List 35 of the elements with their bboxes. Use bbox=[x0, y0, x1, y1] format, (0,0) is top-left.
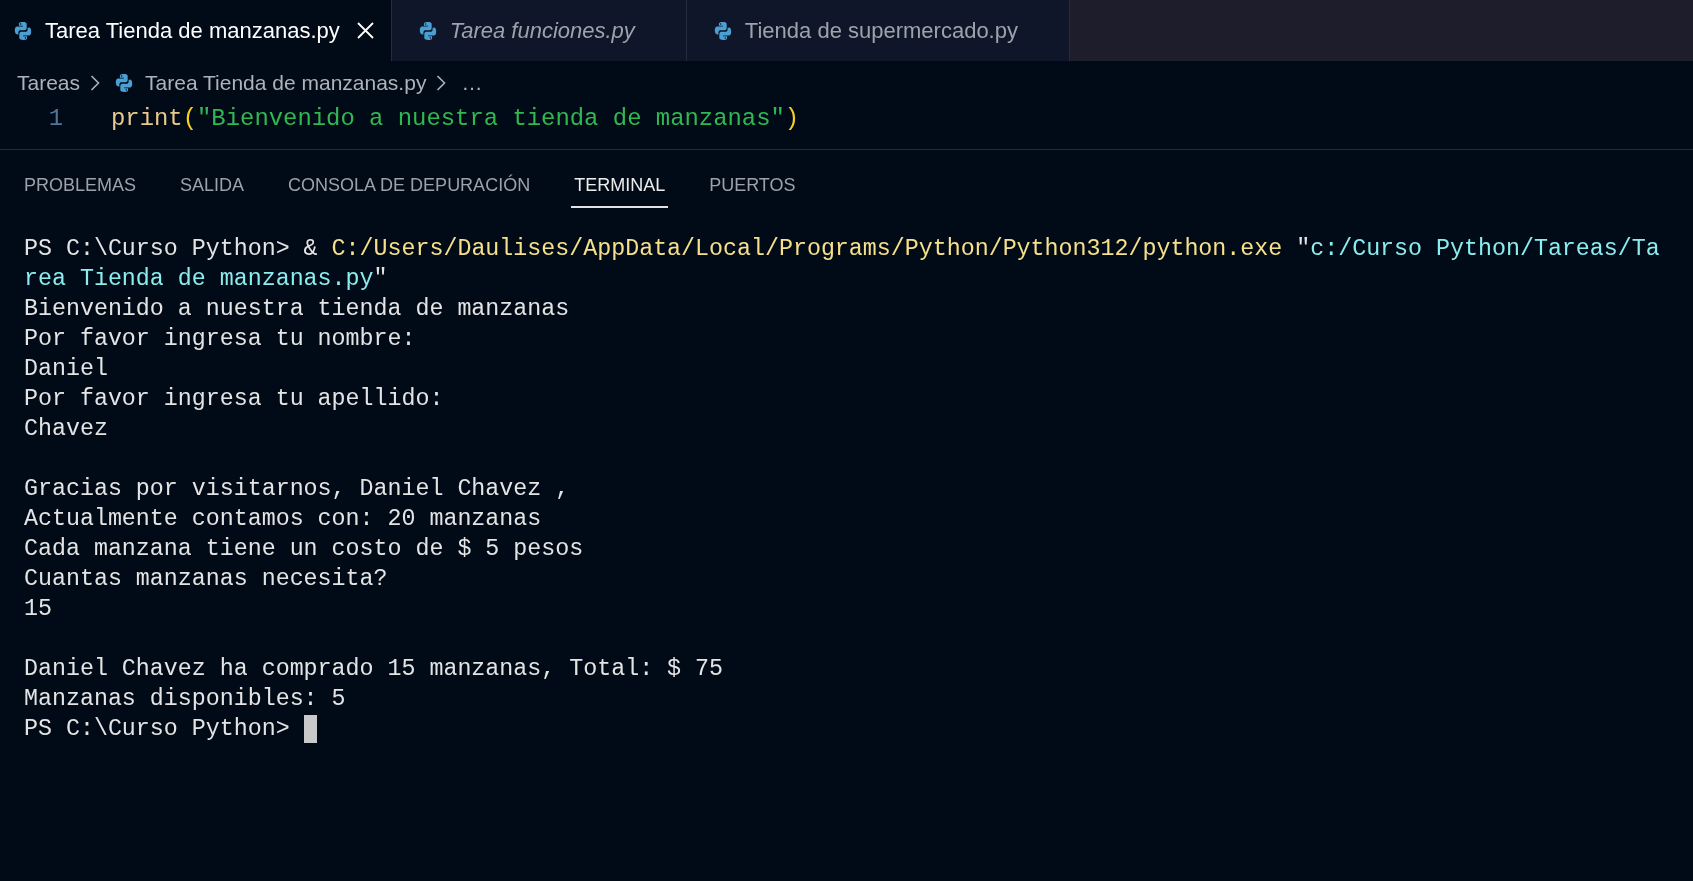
terminal-line: Daniel Chavez ha comprado 15 manzanas, Total: $ 75 bbox=[24, 656, 724, 682]
terminal-line: PS C:\Curso Python> bbox=[24, 716, 291, 742]
terminal-line: Cuantas manzanas necesita? bbox=[24, 566, 388, 592]
terminal-line: Chavez bbox=[24, 416, 108, 442]
terminal-line: Gracias por visitarnos, Daniel Chavez , bbox=[24, 476, 570, 502]
terminal-line: Manzanas disponibles: 5 bbox=[24, 686, 346, 712]
editor-tab[interactable]: Tarea funciones.py bbox=[391, 0, 687, 61]
code-line: print("Bienvenido a nuestra tienda de manzanas") bbox=[111, 104, 800, 134]
line-number: 1 bbox=[47, 104, 63, 134]
terminal-line: Cada manzana tiene un costo de $ 5 pesos bbox=[24, 536, 584, 562]
panel-tab[interactable]: TERMINAL bbox=[571, 174, 669, 208]
panel-tab[interactable]: SALIDA bbox=[177, 174, 248, 208]
python-logo-icon bbox=[713, 21, 732, 40]
terminal-line: Bienvenido a nuestra tienda de manzanas bbox=[24, 296, 570, 322]
breadcrumb-item[interactable]: … bbox=[461, 66, 483, 99]
terminal-line: Por favor ingresa tu apellido: bbox=[24, 386, 444, 412]
terminal-line: rea Tienda de manzanas.py" bbox=[24, 266, 388, 292]
chevron-right-icon bbox=[90, 74, 101, 91]
breadcrumb-item[interactable]: Tarea Tienda de manzanas.py bbox=[115, 66, 427, 99]
terminal-line: 15 bbox=[24, 596, 52, 622]
breadcrumb-item[interactable]: Tareas bbox=[17, 66, 81, 99]
terminal-line: Por favor ingresa tu nombre: bbox=[24, 326, 416, 352]
panel-tab[interactable]: CONSOLA DE DEPURACIÓN bbox=[285, 174, 534, 208]
editor-tab[interactable]: Tarea Tienda de manzanas.py bbox=[0, 0, 392, 61]
python-logo-icon bbox=[115, 73, 134, 92]
close-icon[interactable] bbox=[356, 22, 374, 39]
python-logo-icon bbox=[418, 21, 437, 40]
panel-tab[interactable]: PUERTOS bbox=[706, 174, 799, 208]
terminal-line: Daniel bbox=[24, 356, 108, 382]
editor-tab[interactable]: Tienda de supermercado.py bbox=[686, 0, 1070, 61]
chevron-right-icon bbox=[436, 74, 447, 91]
python-logo-icon bbox=[14, 21, 32, 40]
panel-tab[interactable]: PROBLEMAS bbox=[21, 174, 140, 208]
terminal-line: PS C:\Curso Python> & C:/Users/Daulises/AppData/Local/Programs/Python/Python312/python.exe "c:/Curso Python/Tareas/Ta bbox=[24, 236, 1660, 262]
terminal-line: Actualmente contamos con: 20 manzanas bbox=[24, 506, 542, 532]
